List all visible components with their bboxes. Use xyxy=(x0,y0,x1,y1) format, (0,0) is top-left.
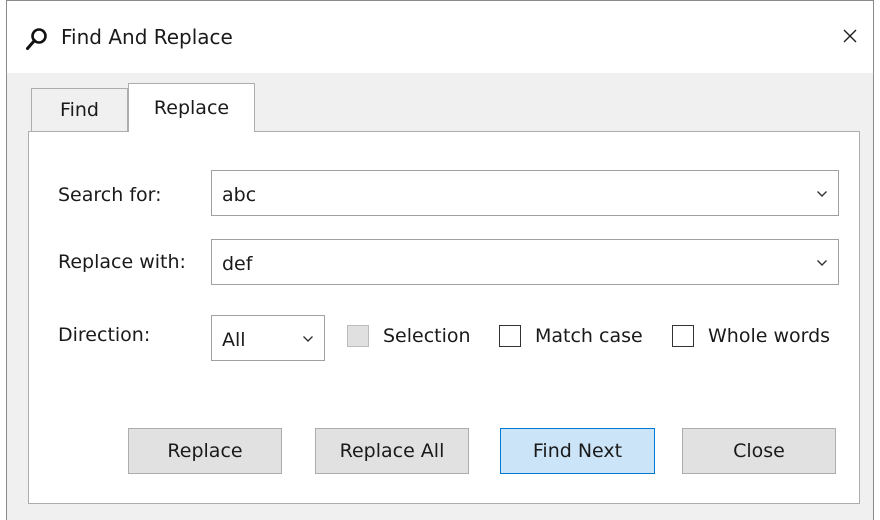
close-window-button[interactable] xyxy=(827,11,873,61)
close-icon xyxy=(843,29,857,43)
match-case-label: Match case xyxy=(535,325,643,347)
replace-all-button[interactable]: Replace All xyxy=(315,428,469,474)
match-case-checkbox-box[interactable] xyxy=(499,325,521,347)
search-for-label: Search for: xyxy=(58,184,162,206)
tab-replace[interactable]: Replace xyxy=(128,83,255,132)
selection-checkbox-box[interactable] xyxy=(347,325,369,347)
direction-select[interactable]: All xyxy=(211,315,325,361)
whole-words-checkbox-box[interactable] xyxy=(672,325,694,347)
direction-select-value: All xyxy=(222,329,246,351)
selection-checkbox[interactable]: Selection xyxy=(347,325,471,347)
search-input[interactable]: abc xyxy=(211,170,839,216)
direction-label: Direction: xyxy=(58,324,151,346)
match-case-checkbox[interactable]: Match case xyxy=(499,325,643,347)
tab-find-label: Find xyxy=(60,99,99,121)
title-bar: Find And Replace xyxy=(7,1,873,73)
replace-input-value: def xyxy=(222,253,253,275)
replace-with-label: Replace with: xyxy=(58,251,186,273)
search-input-value: abc xyxy=(222,184,257,206)
tab-replace-label: Replace xyxy=(153,97,230,119)
tab-find[interactable]: Find xyxy=(31,88,128,131)
window-title: Find And Replace xyxy=(61,25,233,49)
chevron-down-icon xyxy=(303,336,313,342)
find-next-button[interactable]: Find Next xyxy=(500,428,655,474)
search-icon xyxy=(26,28,47,50)
whole-words-label: Whole words xyxy=(708,325,831,347)
selection-label: Selection xyxy=(383,325,471,347)
find-replace-dialog: Find And Replace Find Replace Search for… xyxy=(6,0,874,520)
chevron-down-icon[interactable] xyxy=(816,259,828,267)
whole-words-checkbox[interactable]: Whole words xyxy=(672,325,830,347)
replace-button[interactable]: Replace xyxy=(128,428,282,474)
replace-panel: Search for: abc Replace with: def Direct… xyxy=(28,131,860,504)
chevron-down-icon[interactable] xyxy=(816,190,828,198)
replace-input[interactable]: def xyxy=(211,239,839,285)
close-button[interactable]: Close xyxy=(682,428,836,474)
